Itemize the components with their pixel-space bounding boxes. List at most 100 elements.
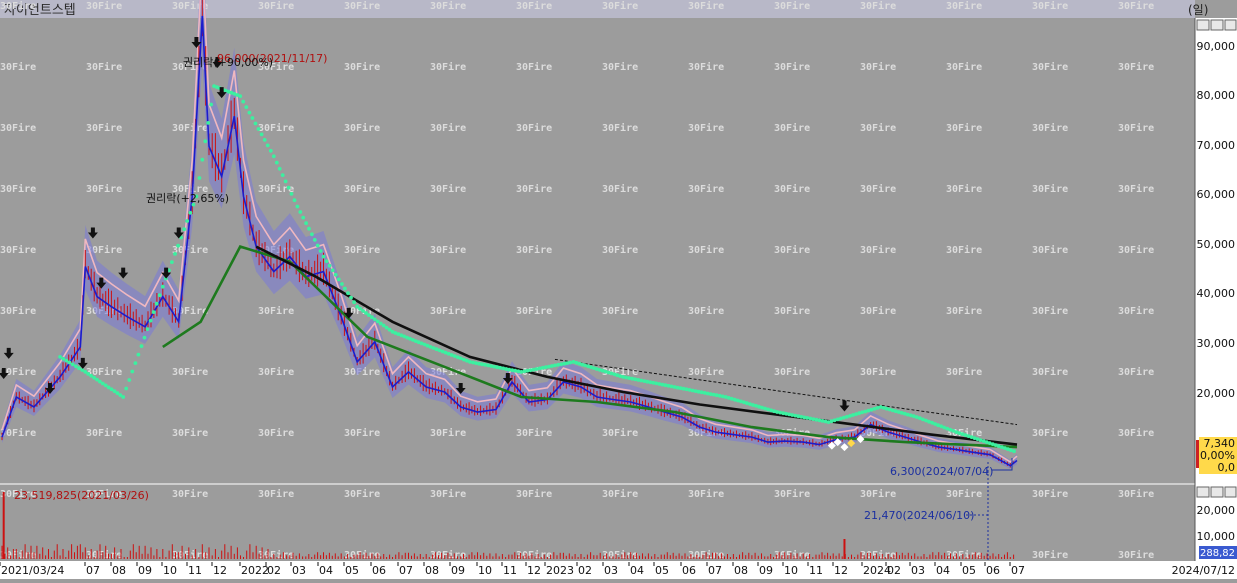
watermark-text: 30Fire bbox=[86, 61, 122, 73]
x-axis-label: 03 bbox=[911, 564, 925, 577]
watermark-text: 30Fire bbox=[430, 305, 466, 317]
trailing-stop-dot bbox=[176, 243, 181, 248]
trailing-stop-dot bbox=[256, 127, 261, 131]
watermark-text: 30Fire bbox=[688, 366, 724, 378]
watermark-text: 30Fire bbox=[860, 122, 896, 134]
watermark-text: 30Fire bbox=[1118, 549, 1154, 561]
trailing-stop-dot bbox=[271, 154, 276, 159]
watermark-text: 30Fire bbox=[602, 183, 638, 195]
watermark-text: 30Fire bbox=[258, 366, 294, 378]
watermark-text: 30Fire bbox=[258, 549, 294, 561]
x-axis-label: 06 bbox=[682, 564, 696, 577]
trailing-stop-dot bbox=[315, 243, 320, 248]
trailing-stop-dot bbox=[67, 360, 72, 365]
watermark-text: 30Fire bbox=[946, 122, 982, 134]
watermark-text: 30Fire bbox=[946, 305, 982, 317]
watermark-text: 30Fire bbox=[1032, 427, 1068, 439]
watermark-text: 30Fire bbox=[860, 305, 896, 317]
trailing-stop-dot bbox=[346, 291, 350, 295]
watermark-text: 30Fire bbox=[1118, 427, 1154, 439]
watermark-text: 30Fire bbox=[1032, 183, 1068, 195]
trailing-stop-dot bbox=[197, 176, 202, 180]
x-axis-label: 07 bbox=[1011, 564, 1025, 577]
price-tick: 90,000 bbox=[1197, 40, 1236, 53]
trailing-stop-dot bbox=[312, 238, 317, 242]
x-axis-label: 2022 bbox=[241, 564, 269, 577]
watermark-text: 30Fire bbox=[688, 0, 724, 12]
volume-panel-buttons[interactable] bbox=[1196, 486, 1237, 498]
watermark-text: 30Fire bbox=[860, 0, 896, 12]
trailing-stop-dot bbox=[200, 157, 205, 162]
watermark-text: 30Fire bbox=[0, 0, 36, 12]
trailing-stop-dot bbox=[185, 219, 190, 223]
trailing-stop-dot bbox=[77, 366, 81, 371]
volume-max-annotation: 23,519,825(2021/03/26) bbox=[14, 489, 149, 502]
watermark-text: 30Fire bbox=[430, 183, 466, 195]
watermark-text: 30Fire bbox=[602, 305, 638, 317]
watermark-text: 30Fire bbox=[258, 427, 294, 439]
trailing-stop-dot bbox=[173, 252, 177, 256]
trailing-stop-dot bbox=[247, 110, 252, 115]
volume-tick: 20,000 bbox=[1197, 504, 1236, 517]
watermark-text: 30Fire bbox=[1032, 244, 1068, 256]
x-axis-label: 04 bbox=[936, 564, 950, 577]
watermark-text: 30Fire bbox=[946, 61, 982, 73]
watermark-text: 30Fire bbox=[1118, 366, 1154, 378]
watermark-text: 30Fire bbox=[516, 122, 552, 134]
watermark-text: 30Fire bbox=[1118, 61, 1154, 73]
price-panel-buttons[interactable] bbox=[1196, 19, 1237, 31]
watermark-text: 30Fire bbox=[344, 427, 380, 439]
trailing-stop-dot bbox=[154, 301, 159, 306]
x-axis-label: 04 bbox=[630, 564, 644, 577]
trailing-stop-dot bbox=[160, 284, 165, 289]
watermark-text: 30Fire bbox=[344, 183, 380, 195]
trailing-stop-dot bbox=[253, 121, 258, 126]
chart-canvas: 자이언트스텝 (일) 30Fire 30Fire 30Fire 30Fire 30Fir… bbox=[0, 0, 1237, 579]
x-axis-label: 2021/03/24 bbox=[1, 564, 64, 577]
trailing-stop-dot bbox=[333, 272, 338, 277]
watermark-text: 30Fire bbox=[1032, 366, 1068, 378]
watermark-text: 30Fire bbox=[430, 61, 466, 73]
watermark-text: 30Fire bbox=[946, 244, 982, 256]
watermark-text: 30Fire bbox=[774, 305, 810, 317]
watermark-text: 30Fire bbox=[0, 122, 36, 134]
trailing-stop-dot bbox=[145, 327, 150, 331]
trailing-stop-dot bbox=[327, 263, 332, 268]
watermark-text: 30Fire bbox=[602, 427, 638, 439]
watermark-text: 30Fire bbox=[430, 488, 466, 500]
trailing-stop-dot bbox=[340, 282, 344, 286]
watermark-text: 30Fire bbox=[1118, 0, 1154, 12]
trailing-stop-dot bbox=[182, 227, 187, 232]
watermark-text: 30Fire bbox=[258, 122, 294, 134]
x-axis-label: 06 bbox=[372, 564, 386, 577]
watermark-text: 30Fire bbox=[602, 488, 638, 500]
trailing-stop-dot bbox=[136, 352, 141, 357]
x-axis-label: 12 bbox=[213, 564, 227, 577]
trailing-stop-dot bbox=[148, 318, 153, 323]
watermark-text: 30Fire bbox=[774, 122, 810, 134]
watermark-text: 30Fire bbox=[946, 488, 982, 500]
current-value-box: 7,340 0,00% 0,0 bbox=[1196, 437, 1237, 474]
trailing-stop-dot bbox=[170, 260, 174, 264]
x-axis-label: 10 bbox=[784, 564, 798, 577]
current-volume-change: 0,0 bbox=[1218, 461, 1236, 474]
x-axis-label: 08 bbox=[734, 564, 748, 577]
x-axis-label: 05 bbox=[345, 564, 359, 577]
x-axis-label: 02 bbox=[267, 564, 281, 577]
trailing-stop-dot bbox=[151, 310, 156, 314]
watermark-text: 30Fire bbox=[86, 0, 122, 12]
trailing-stop-dot bbox=[238, 94, 243, 98]
trailing-stop-dot bbox=[336, 277, 341, 282]
trailing-stop-dot bbox=[307, 226, 311, 231]
watermark-text: 30Fire bbox=[86, 427, 122, 439]
watermark-text: 30Fire bbox=[344, 0, 380, 12]
x-axis-label: 10 bbox=[478, 564, 492, 577]
watermark-text: 30Fire bbox=[774, 366, 810, 378]
trailing-stop-dot bbox=[289, 192, 294, 196]
watermark-text: 30Fire bbox=[258, 0, 294, 12]
watermark-text: 30Fire bbox=[1032, 61, 1068, 73]
trailing-stop-dot bbox=[127, 378, 132, 382]
watermark-text: 30Fire bbox=[1032, 305, 1068, 317]
x-axis-label: 05 bbox=[655, 564, 669, 577]
watermark-text: 30Fire bbox=[516, 549, 552, 561]
